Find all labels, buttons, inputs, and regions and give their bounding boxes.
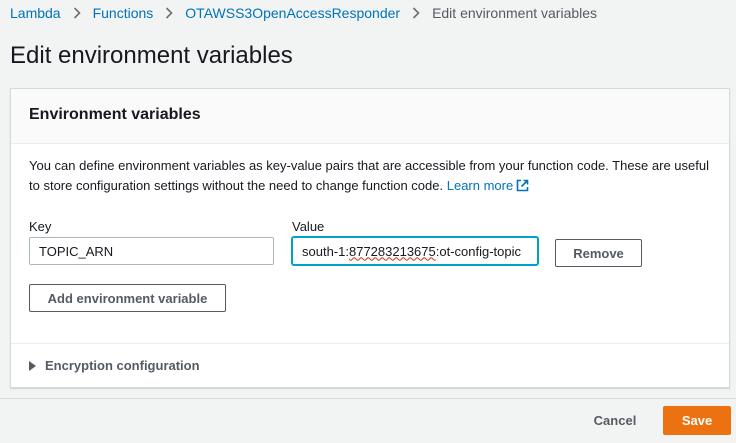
breadcrumb-current: Edit environment variables <box>432 5 598 21</box>
chevron-right-icon <box>165 7 173 19</box>
panel-description: You can define environment variables as … <box>29 156 719 198</box>
value-label: Value <box>292 219 325 234</box>
panel-header: Environment variables <box>11 89 729 144</box>
breadcrumb: Lambda Functions OTAWSS3OpenAccessRespon… <box>10 4 597 22</box>
caret-right-icon <box>29 360 36 371</box>
encryption-configuration-toggle[interactable]: Encryption configuration <box>29 358 200 373</box>
encryption-configuration-label: Encryption configuration <box>45 358 200 373</box>
breadcrumb-functions[interactable]: Functions <box>93 5 154 21</box>
remove-button[interactable]: Remove <box>555 239 642 267</box>
breadcrumb-function-name[interactable]: OTAWSS3OpenAccessResponder <box>185 5 400 21</box>
breadcrumb-lambda[interactable]: Lambda <box>10 5 61 21</box>
value-input-suffix: :ot-config-topic <box>435 243 522 259</box>
key-input-value: TOPIC_ARN <box>39 243 114 259</box>
environment-variables-panel: Environment variables You can define env… <box>10 88 730 388</box>
cancel-button[interactable]: Cancel <box>582 406 648 434</box>
panel-divider <box>11 343 729 344</box>
learn-more-link[interactable]: Learn more <box>447 178 529 193</box>
key-label: Key <box>29 219 52 234</box>
external-link-icon <box>516 178 529 198</box>
description-text: You can define environment variables as … <box>29 158 709 193</box>
value-input-prefix: south-1: <box>302 243 349 259</box>
value-input[interactable]: south-1: 877283213675:ot-config-topic <box>292 237 538 265</box>
add-environment-variable-button[interactable]: Add environment variable <box>29 284 226 312</box>
footer-divider <box>0 398 736 399</box>
chevron-right-icon <box>73 7 81 19</box>
save-button[interactable]: Save <box>663 406 731 435</box>
key-input[interactable]: TOPIC_ARN <box>29 237 274 265</box>
panel-title: Environment variables <box>29 106 201 123</box>
learn-more-label: Learn more <box>446 178 514 193</box>
page-title: Edit environment variables <box>10 42 293 69</box>
chevron-right-icon <box>412 7 420 19</box>
value-input-misspelled: 877283213675 <box>348 243 436 259</box>
